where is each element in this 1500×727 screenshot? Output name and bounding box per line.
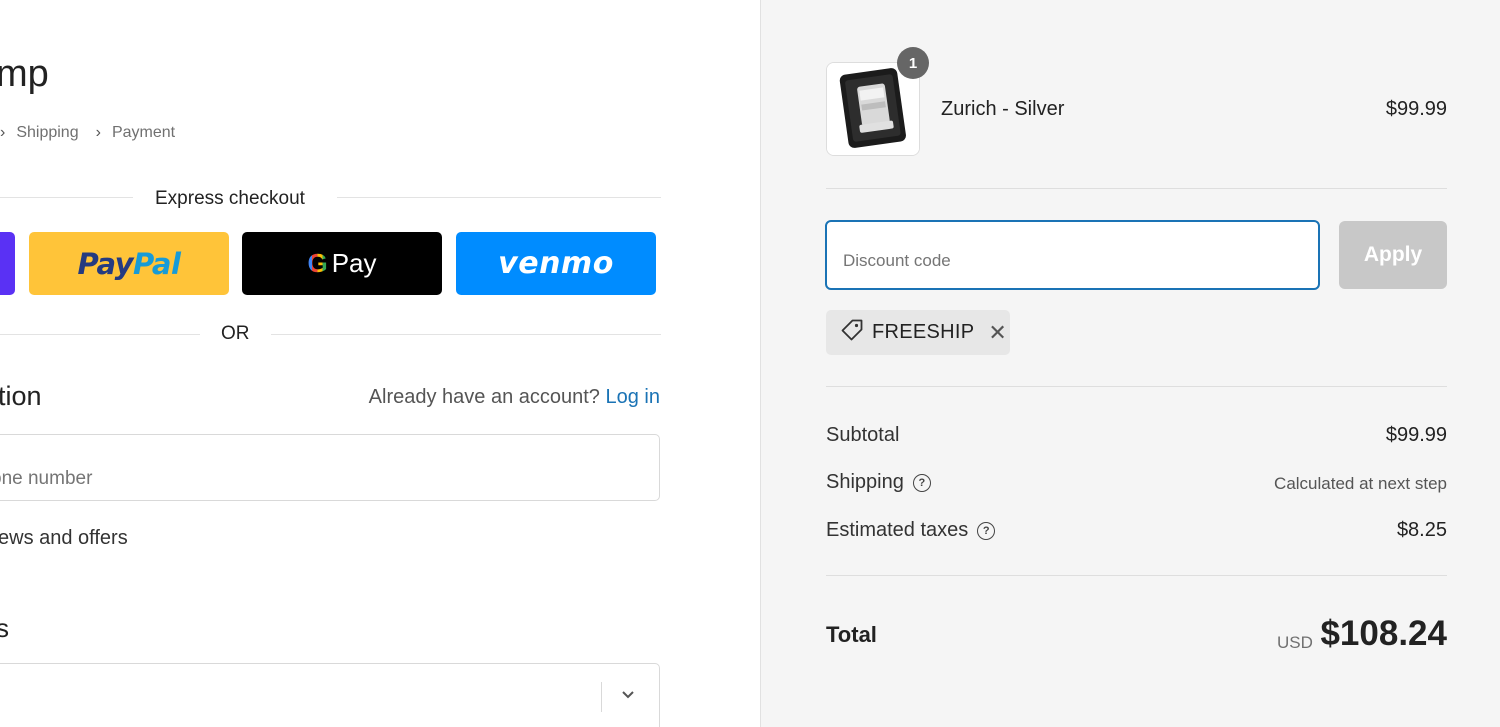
summary-divider [826, 386, 1447, 387]
total-label: Total [826, 622, 877, 647]
help-circle-icon[interactable]: ? [977, 521, 996, 540]
shop-pay-button[interactable] [0, 232, 15, 295]
chevron-right-icon: › [95, 124, 101, 141]
breadcrumb: › Shipping › Payment [0, 124, 175, 142]
shipping-label-text: Shipping [826, 471, 904, 493]
divider-line [0, 334, 200, 335]
apply-discount-button[interactable]: Apply [1339, 221, 1447, 289]
contact-heading: tion [0, 381, 42, 411]
subtotal-label-text: Subtotal [826, 424, 900, 446]
discount-tag-code: FREESHIP [872, 321, 975, 343]
summary-divider [826, 188, 1447, 189]
express-checkout-heading: Express checkout [155, 188, 305, 209]
account-prompt: Already have an account? Log in [369, 386, 660, 409]
help-circle-icon[interactable]: ? [912, 473, 931, 492]
paypal-logo-pal: Pal [133, 246, 181, 281]
account-prompt-text: Already have an account? [368, 386, 600, 408]
paypal-logo-pay: Pay [77, 246, 134, 281]
chevron-right-icon: › [0, 124, 6, 141]
breadcrumb-shipping[interactable]: Shipping [16, 124, 78, 142]
venmo-logo: venmo [498, 246, 614, 281]
subtotal-value: $99.99 [1385, 424, 1447, 446]
shipping-label: Shipping ? [826, 471, 931, 494]
country-select[interactable] [0, 663, 660, 727]
quantity-badge: 1 [897, 47, 929, 79]
estimated-taxes-label: Estimated taxes ? [826, 519, 996, 542]
select-separator [601, 682, 602, 712]
venmo-button[interactable]: venmo [456, 232, 656, 295]
store-name: mp [0, 53, 49, 95]
paypal-button[interactable]: Pay Pal [29, 232, 229, 295]
shipping-value: Calculated at next step [1274, 474, 1447, 493]
discount-tag-chip: FREESHIP ✕ [826, 310, 1010, 355]
checkout-main-panel: mp › Shipping › Payment Express checkout… [0, 0, 760, 727]
total-amount: $108.24 [1320, 614, 1447, 653]
google-pay-button[interactable]: G Pay [242, 232, 442, 295]
breadcrumb-payment: Payment [111, 124, 176, 141]
divider-line [337, 197, 661, 198]
phone-input[interactable] [0, 434, 660, 501]
discount-code-input[interactable] [825, 220, 1320, 290]
login-link[interactable]: Log in [606, 386, 661, 408]
product-name: Zurich - Silver [941, 98, 1065, 120]
google-pay-label: Pay [331, 248, 377, 278]
total-currency: USD [1277, 633, 1313, 652]
summary-divider [826, 575, 1447, 576]
address-heading: s [0, 613, 9, 643]
google-g-icon: G [307, 248, 328, 278]
tag-icon [840, 318, 864, 347]
or-separator-label: OR [221, 323, 250, 344]
divider-line [271, 334, 661, 335]
taxes-label-text: Estimated taxes [826, 519, 969, 541]
chevron-down-icon [621, 684, 635, 705]
remove-discount-icon[interactable]: ✕ [988, 320, 1006, 346]
product-price: $99.99 [1385, 98, 1447, 120]
subtotal-label: Subtotal [826, 424, 899, 447]
estimated-taxes-value: $8.25 [1396, 519, 1447, 541]
news-offers-label[interactable]: ews and offers [0, 527, 128, 550]
divider-line [0, 197, 133, 198]
